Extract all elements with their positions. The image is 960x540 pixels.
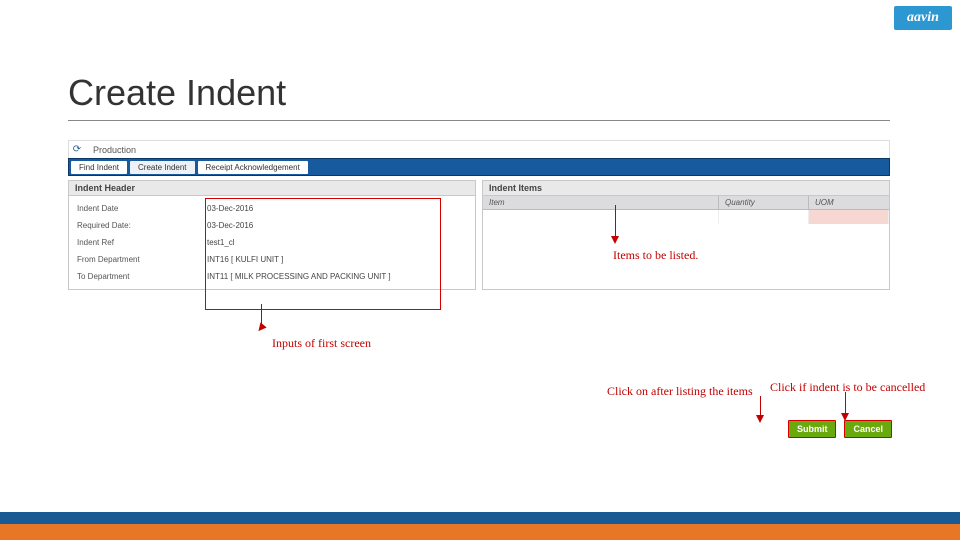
cell-item[interactable] <box>483 210 719 224</box>
row-from-dept: From Department INT16 [ KULFI UNIT ] <box>73 251 471 268</box>
cancel-button[interactable]: Cancel <box>844 420 892 438</box>
annotation-cancel: Click if indent is to be cancelled <box>770 380 925 395</box>
annotation-arrow-icon <box>255 322 266 333</box>
value-indent-ref[interactable]: test1_cl <box>207 238 235 247</box>
row-indent-date: Indent Date 03-Dec-2016 <box>73 200 471 217</box>
label-indent-date: Indent Date <box>77 204 207 213</box>
breadcrumb-bar: ⟳ Production <box>68 140 890 158</box>
tab-create-indent[interactable]: Create Indent <box>130 161 194 174</box>
annotation-arrow-icon <box>611 236 619 244</box>
row-indent-ref: Indent Ref test1_cl <box>73 234 471 251</box>
submit-button[interactable]: Submit <box>788 420 837 438</box>
items-table-row[interactable] <box>483 210 889 224</box>
footer-bar-orange <box>0 524 960 540</box>
title-underline <box>68 120 890 121</box>
brand-logo: aavin <box>892 4 954 32</box>
footer-bar-blue <box>0 512 960 524</box>
label-required-date: Required Date: <box>77 221 207 230</box>
app-region: ⟳ Production Find Indent Create Indent R… <box>68 140 890 290</box>
indent-header-panel: Indent Header Indent Date 03-Dec-2016 Re… <box>68 180 476 290</box>
col-item: Item <box>483 196 719 209</box>
annotation-arrow-line <box>615 205 616 239</box>
annotation-arrow-icon <box>841 413 849 421</box>
annotation-submit: Click on after listing the items <box>607 384 753 399</box>
value-indent-date[interactable]: 03-Dec-2016 <box>207 204 253 213</box>
label-from-dept: From Department <box>77 255 207 264</box>
refresh-icon[interactable]: ⟳ <box>69 144 85 155</box>
items-table-header: Item Quantity UOM <box>483 196 889 210</box>
col-quantity: Quantity <box>719 196 809 209</box>
row-required-date: Required Date: 03-Dec-2016 <box>73 217 471 234</box>
indent-items-panel: Indent Items Item Quantity UOM <box>482 180 890 290</box>
label-indent-ref: Indent Ref <box>77 238 207 247</box>
indent-items-title: Indent Items <box>483 181 889 196</box>
col-uom: UOM <box>809 196 889 209</box>
tab-find-indent[interactable]: Find Indent <box>71 161 127 174</box>
annotation-inputs: Inputs of first screen <box>272 336 371 351</box>
annotation-items: Items to be listed. <box>613 248 698 263</box>
button-bar: Submit Cancel <box>788 420 892 438</box>
page-title: Create Indent <box>68 72 286 114</box>
value-required-date[interactable]: 03-Dec-2016 <box>207 221 253 230</box>
value-to-dept[interactable]: INT11 [ MILK PROCESSING AND PACKING UNIT… <box>207 272 391 281</box>
indent-header-title: Indent Header <box>69 181 475 196</box>
value-from-dept[interactable]: INT16 [ KULFI UNIT ] <box>207 255 283 264</box>
annotation-arrow-icon <box>756 415 764 423</box>
cell-uom[interactable] <box>809 210 889 224</box>
breadcrumb-section[interactable]: Production <box>85 143 144 157</box>
label-to-dept: To Department <box>77 272 207 281</box>
row-to-dept: To Department INT11 [ MILK PROCESSING AN… <box>73 268 471 285</box>
tab-receipt-ack[interactable]: Receipt Acknowledgement <box>198 161 308 174</box>
tab-bar: Find Indent Create Indent Receipt Acknow… <box>68 158 890 176</box>
cell-quantity[interactable] <box>719 210 809 224</box>
